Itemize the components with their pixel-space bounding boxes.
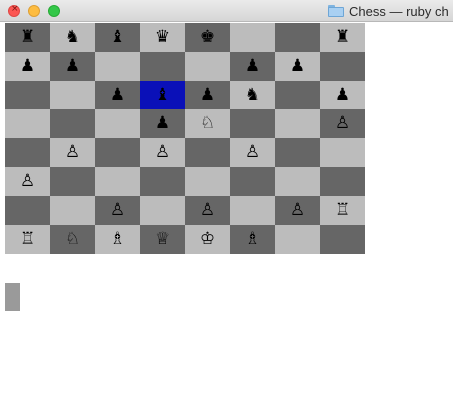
- board-square[interactable]: [320, 225, 365, 254]
- minimize-button[interactable]: [28, 5, 40, 17]
- board-square[interactable]: [50, 167, 95, 196]
- board-square[interactable]: [5, 109, 50, 138]
- board-square[interactable]: ♙: [5, 167, 50, 196]
- close-button[interactable]: ×: [8, 4, 20, 17]
- board-square[interactable]: [275, 109, 320, 138]
- board-square[interactable]: ♟: [50, 52, 95, 81]
- board-square[interactable]: [230, 167, 275, 196]
- board-square[interactable]: [275, 23, 320, 52]
- board-square[interactable]: [185, 52, 230, 81]
- board-square[interactable]: ♞: [230, 81, 275, 109]
- board-square[interactable]: ♗: [95, 225, 140, 254]
- board-square[interactable]: [50, 109, 95, 138]
- board-square[interactable]: [95, 109, 140, 138]
- board-square[interactable]: [185, 167, 230, 196]
- title-bar: × Chess — ruby ch: [0, 0, 453, 22]
- window-title-area: Chess — ruby ch: [328, 3, 449, 19]
- board-square[interactable]: [320, 138, 365, 167]
- board-square[interactable]: [95, 167, 140, 196]
- board-square[interactable]: [140, 167, 185, 196]
- board-square[interactable]: [95, 52, 140, 81]
- folder-icon: [328, 5, 344, 17]
- board-square[interactable]: ♗: [230, 225, 275, 254]
- board-square[interactable]: ♙: [50, 138, 95, 167]
- board-square[interactable]: ♜: [5, 23, 50, 52]
- board-square[interactable]: [185, 138, 230, 167]
- board-square[interactable]: [275, 138, 320, 167]
- board-square[interactable]: ♟: [185, 81, 230, 109]
- board-square[interactable]: [5, 196, 50, 225]
- board-square[interactable]: [275, 225, 320, 254]
- app-window: × Chess — ruby ch ♜ ♞ ♝ ♛ ♚ ♜ ♟ ♟ ♟ ♟ ♟ ♝ ♟ ♞ ♟ ♟ ♘ ♙ ♙ ♙ ♙ ♙…: [0, 0, 453, 405]
- board-square[interactable]: ♟: [320, 81, 365, 109]
- board-square[interactable]: ♔: [185, 225, 230, 254]
- board-square[interactable]: ♟: [95, 81, 140, 109]
- board-square[interactable]: ♟: [230, 52, 275, 81]
- board-square[interactable]: ♖: [320, 196, 365, 225]
- board-square[interactable]: [95, 138, 140, 167]
- board-square[interactable]: ♙: [320, 109, 365, 138]
- board-square[interactable]: [5, 81, 50, 109]
- board-square[interactable]: [140, 52, 185, 81]
- board-square[interactable]: [275, 167, 320, 196]
- board-square[interactable]: ♕: [140, 225, 185, 254]
- board-square[interactable]: [275, 81, 320, 109]
- board-square[interactable]: [230, 196, 275, 225]
- board-square[interactable]: ♞: [50, 23, 95, 52]
- board-square[interactable]: ♙: [275, 196, 320, 225]
- board-square[interactable]: ♙: [185, 196, 230, 225]
- board-square[interactable]: ♟: [275, 52, 320, 81]
- board-square[interactable]: ♟: [140, 109, 185, 138]
- board-square[interactable]: ♜: [320, 23, 365, 52]
- board-square[interactable]: ♙: [95, 196, 140, 225]
- board-square[interactable]: ♛: [140, 23, 185, 52]
- close-icon: ×: [11, 4, 19, 14]
- board-square[interactable]: ♘: [50, 225, 95, 254]
- chess-board: ♜ ♞ ♝ ♛ ♚ ♜ ♟ ♟ ♟ ♟ ♟ ♝ ♟ ♞ ♟ ♟ ♘ ♙ ♙ ♙ ♙ ♙ ♙ ♙ ♙ ♖ ♖ ♘ ♗ ♕ ♔ ♗: [5, 23, 365, 254]
- board-square[interactable]: ♟: [5, 52, 50, 81]
- board-square[interactable]: ♙: [230, 138, 275, 167]
- board-square[interactable]: [50, 81, 95, 109]
- board-square[interactable]: [140, 196, 185, 225]
- board-square[interactable]: [320, 52, 365, 81]
- board-square[interactable]: ♘: [185, 109, 230, 138]
- zoom-button[interactable]: [48, 5, 60, 17]
- board-square[interactable]: [50, 196, 95, 225]
- board-square[interactable]: ♖: [5, 225, 50, 254]
- board-square[interactable]: ♝: [95, 23, 140, 52]
- board-square[interactable]: ♙: [140, 138, 185, 167]
- status-indicator: [5, 283, 20, 311]
- board-square[interactable]: ♝: [140, 81, 185, 109]
- board-square[interactable]: [230, 109, 275, 138]
- board-square[interactable]: [230, 23, 275, 52]
- board-square[interactable]: [5, 138, 50, 167]
- board-square[interactable]: ♚: [185, 23, 230, 52]
- board-square[interactable]: [320, 167, 365, 196]
- window-title: Chess — ruby ch: [349, 3, 449, 19]
